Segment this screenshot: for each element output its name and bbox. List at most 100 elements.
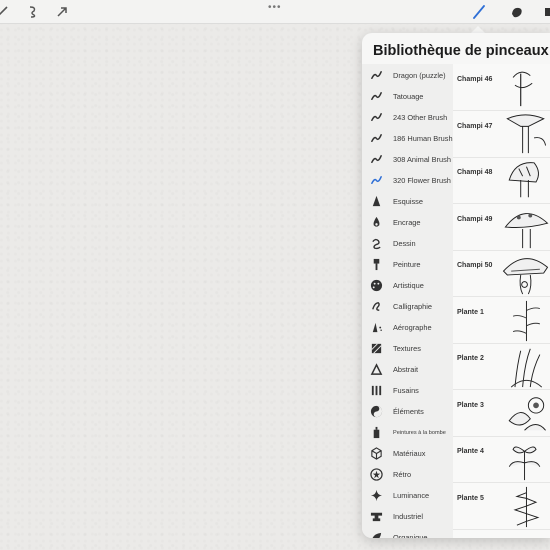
paint-brush-icon [369,258,383,272]
brush-item[interactable]: Plante 1 [453,298,550,344]
category-label: Abstrait [393,365,419,374]
mushroom-drawing-thumbnail [501,252,550,296]
brush-label: Champi 49 [457,215,493,223]
charcoal-icon [369,384,383,398]
spray-can-icon [369,426,383,440]
leaf-icon [369,531,383,538]
mushroom-drawing-thumbnail [501,159,550,203]
plant-drawing-thumbnail [501,299,550,343]
category-item[interactable]: Dragon (puzzle) [362,65,453,86]
plant-drawing-thumbnail [501,438,550,482]
category-label: 308 Animal Brush [393,155,451,164]
category-label: Textures [393,344,421,353]
brush-item[interactable]: Plante 2 [453,344,550,390]
category-label: Peinture [393,260,421,269]
category-label: 186 Human Brush [393,134,453,143]
brush-item[interactable]: Champi 49 [453,205,550,251]
category-label: 320 Flower Brush [393,176,451,185]
category-label: Dragon (puzzle) [393,71,446,80]
category-item[interactable]: Abstrait [362,359,453,380]
category-item[interactable]: Peintures à la bombe [362,422,453,443]
category-label: Encrage [393,218,421,227]
category-item[interactable]: 320 Flower Brush [362,170,453,191]
category-item[interactable]: Éléments [362,401,453,422]
brush-item[interactable]: Champi 48 [453,158,550,204]
category-label: Tatouage [393,92,424,101]
category-item[interactable]: Textures [362,338,453,359]
category-item[interactable]: Esquisse [362,191,453,212]
category-item[interactable]: 186 Human Brush [362,128,453,149]
selection-icon[interactable] [25,4,41,20]
stroke-icon [369,111,383,125]
eraser-icon[interactable] [543,4,550,20]
category-label: Esquisse [393,197,423,206]
category-item[interactable]: Fusains [362,380,453,401]
stroke-icon [369,174,383,188]
category-item[interactable]: Dessin [362,233,453,254]
top-toolbar: ••• [0,0,550,24]
transform-icon[interactable] [54,4,70,20]
brush-label: Plante 1 [457,308,484,316]
smudge-icon[interactable] [509,4,525,20]
pencil-tip-icon [369,195,383,209]
stroke-icon [369,153,383,167]
category-item[interactable]: Tatouage [362,86,453,107]
swirl-icon [369,237,383,251]
airbrush-icon [369,321,383,335]
stroke-icon [369,69,383,83]
retro-star-icon [369,468,383,482]
category-label: Peintures à la bombe [393,429,446,436]
brush-item[interactable]: Champi 50 [453,251,550,297]
triangle-icon [369,363,383,377]
palette-icon [369,279,383,293]
category-label: Organique [393,533,428,538]
category-item[interactable]: 308 Animal Brush [362,149,453,170]
category-label: Calligraphie [393,302,433,311]
brush-library-panel: Bibliothèque de pinceaux Dragon (puzzle)… [362,33,550,538]
category-item[interactable]: 243 Other Brush [362,107,453,128]
brush-label: Plante 2 [457,355,484,362]
category-item[interactable]: Industriel [362,506,453,527]
brush-list[interactable]: Champi 46 Champi 47 Champi 48 Champi 49 Cham… [453,64,550,538]
category-item[interactable]: Encrage [362,212,453,233]
brush-label: Plante 4 [457,448,484,455]
category-label: Fusains [393,386,419,395]
brush-icon[interactable] [471,4,487,20]
ink-drop-icon [369,216,383,230]
adjustments-icon[interactable] [0,4,10,20]
brush-item[interactable]: Plante 5 [453,484,550,530]
category-label: Luminance [393,491,430,500]
category-item[interactable]: Rétro [362,464,453,485]
category-label: Dessin [393,239,416,248]
mushroom-drawing-thumbnail [501,66,550,110]
category-item[interactable]: Luminance [362,485,453,506]
brush-label: Champi 46 [457,76,493,83]
plant-drawing-thumbnail [501,485,550,529]
stroke-icon [369,132,383,146]
category-item[interactable]: Peinture [362,254,453,275]
brush-label: Champi 47 [457,122,493,130]
category-label: Artistique [393,281,424,290]
plant-drawing-thumbnail [501,392,550,436]
sparkle-icon [369,489,383,503]
more-handle[interactable]: ••• [268,2,282,13]
category-item[interactable]: Artistique [362,275,453,296]
brush-item[interactable]: Champi 46 [453,65,550,111]
brush-category-list[interactable]: Dragon (puzzle) Tatouage 243 Other Brush 18… [362,64,453,538]
category-item[interactable]: Organique [362,527,453,538]
brush-item[interactable]: Plante 3 [453,391,550,437]
category-item[interactable]: Matériaux [362,443,453,464]
panel-title: Bibliothèque de pinceaux [373,43,549,59]
brush-item[interactable]: Champi 47 [453,112,550,158]
category-item[interactable]: Calligraphie [362,296,453,317]
category-item[interactable]: Aérographe [362,317,453,338]
mushroom-drawing-thumbnail [501,206,550,250]
calligraphy-icon [369,300,383,314]
category-label: Industriel [393,512,423,521]
brush-label: Plante 3 [457,401,484,409]
category-label: Matériaux [393,449,426,458]
category-label: 243 Other Brush [393,113,448,122]
brush-item[interactable]: Plante 4 [453,437,550,483]
category-label: Rétro [393,470,412,479]
brush-label: Plante 5 [457,494,484,502]
